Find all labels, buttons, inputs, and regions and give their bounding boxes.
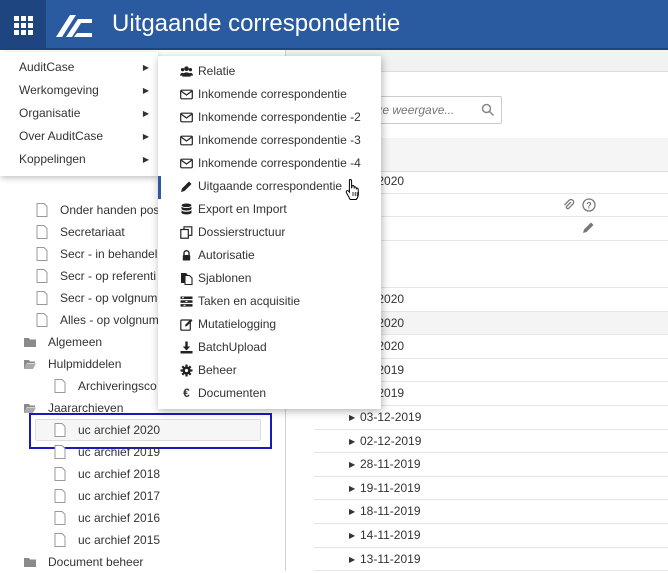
- app-grid-button[interactable]: [0, 0, 46, 50]
- submenu-item-documenten[interactable]: € Documenten: [158, 382, 381, 405]
- file-icon: [54, 467, 66, 481]
- submenu-item-taken[interactable]: Taken en acquisitie: [158, 290, 381, 313]
- search-icon[interactable]: [481, 103, 495, 117]
- gear-icon: [180, 364, 193, 377]
- submenu-item-inkomende-3[interactable]: Inkomende correspondentie -3: [158, 129, 381, 152]
- paperclip-icon[interactable]: [562, 198, 576, 212]
- euro-icon: €: [183, 386, 190, 400]
- table-row[interactable]: ▶ 03-12-2019: [314, 406, 668, 430]
- logo-icon: [56, 15, 92, 37]
- help-icon[interactable]: ?: [582, 197, 596, 212]
- page-title: Uitgaande correspondentie: [112, 10, 401, 37]
- envelope-icon: [180, 89, 193, 100]
- submenu-werkomgeving: Relatie Inkomende correspondentie Inkome…: [158, 56, 381, 409]
- file-icon: [54, 489, 66, 503]
- expand-icon[interactable]: ▶: [349, 453, 355, 476]
- edit-icon: [180, 319, 193, 331]
- file-icon: [36, 269, 48, 283]
- main-menu: AuditCase ▶ Werkomgeving ▶ Organisatie ▶ Ov…: [0, 52, 158, 176]
- submenu-item-relatie[interactable]: Relatie: [158, 60, 381, 83]
- submenu-item-inkomende-4[interactable]: Inkomende correspondentie -4: [158, 152, 381, 175]
- expand-icon[interactable]: ▶: [349, 524, 355, 547]
- svg-text:?: ?: [586, 200, 592, 210]
- envelope-icon: [180, 135, 193, 146]
- expand-icon[interactable]: ▶: [349, 500, 355, 523]
- submenu-item-inkomende-2[interactable]: Inkomende correspondentie -2: [158, 106, 381, 129]
- expand-icon[interactable]: ▶: [349, 430, 355, 453]
- table-row[interactable]: ▶ 14-11-2019: [314, 524, 668, 548]
- grid-icon: [13, 15, 33, 35]
- menu-item-koppelingen[interactable]: Koppelingen ▶: [0, 148, 158, 171]
- folder-icon: [24, 558, 36, 567]
- folder-icon: [24, 338, 36, 347]
- file-icon: [54, 445, 66, 459]
- table-row[interactable]: ▶ 18-11-2019: [314, 500, 668, 524]
- expand-icon[interactable]: ▶: [349, 406, 355, 429]
- file-icon: [54, 379, 66, 393]
- file-icon: [54, 533, 66, 547]
- caret-right-icon: ▶: [142, 132, 149, 141]
- menu-item-werkomgeving[interactable]: Werkomgeving ▶: [0, 79, 158, 102]
- expand-icon[interactable]: ▶: [349, 548, 355, 571]
- file-icon: [54, 423, 66, 437]
- caret-right-icon: ▶: [142, 86, 149, 95]
- caret-right-icon: ▶: [142, 155, 149, 164]
- envelope-icon: [180, 158, 193, 169]
- download-icon: [180, 341, 193, 354]
- file-icon: [36, 313, 48, 327]
- expand-icon[interactable]: ▶: [349, 477, 355, 500]
- menu-item-over-auditcase[interactable]: Over AuditCase ▶: [0, 125, 158, 148]
- submenu-item-dossierstructuur[interactable]: Dossierstructuur: [158, 221, 381, 244]
- submenu-item-mutatielogging[interactable]: Mutatielogging: [158, 313, 381, 336]
- table-row[interactable]: ▶ 13-11-2019: [314, 548, 668, 572]
- file-icon: [36, 225, 48, 239]
- pencil-icon[interactable]: [582, 221, 595, 234]
- top-bar: Uitgaande correspondentie: [0, 0, 668, 50]
- lock-icon: [182, 250, 191, 261]
- hand-cursor-icon: [345, 178, 359, 200]
- pencil-icon: [181, 181, 192, 192]
- submenu-item-autorisatie[interactable]: Autorisatie: [158, 244, 381, 267]
- files-icon: [181, 273, 193, 285]
- submenu-item-beheer[interactable]: Beheer: [158, 359, 381, 382]
- tasks-icon: [180, 296, 193, 307]
- database-icon: [181, 203, 192, 215]
- menu-item-auditcase[interactable]: AuditCase ▶: [0, 56, 158, 79]
- menu-item-organisatie[interactable]: Organisatie ▶: [0, 102, 158, 125]
- file-icon: [36, 203, 48, 217]
- table-row[interactable]: ▶ 19-11-2019: [314, 477, 668, 501]
- submenu-item-sjablonen[interactable]: Sjablonen: [158, 267, 381, 290]
- file-icon: [54, 511, 66, 525]
- caret-right-icon: ▶: [142, 63, 149, 72]
- submenu-item-inkomende-1[interactable]: Inkomende correspondentie: [158, 83, 381, 106]
- envelope-icon: [180, 112, 193, 123]
- table-row[interactable]: ▶ 02-12-2019: [314, 430, 668, 454]
- file-icon: [36, 291, 48, 305]
- file-icon: [36, 247, 48, 261]
- caret-right-icon: ▶: [142, 109, 149, 118]
- folder-open-icon: [24, 360, 36, 369]
- submenu-item-batchupload[interactable]: BatchUpload: [158, 336, 381, 359]
- table-row[interactable]: ▶ 28-11-2019: [314, 453, 668, 477]
- users-icon: [180, 66, 193, 77]
- copy-icon: [180, 226, 193, 239]
